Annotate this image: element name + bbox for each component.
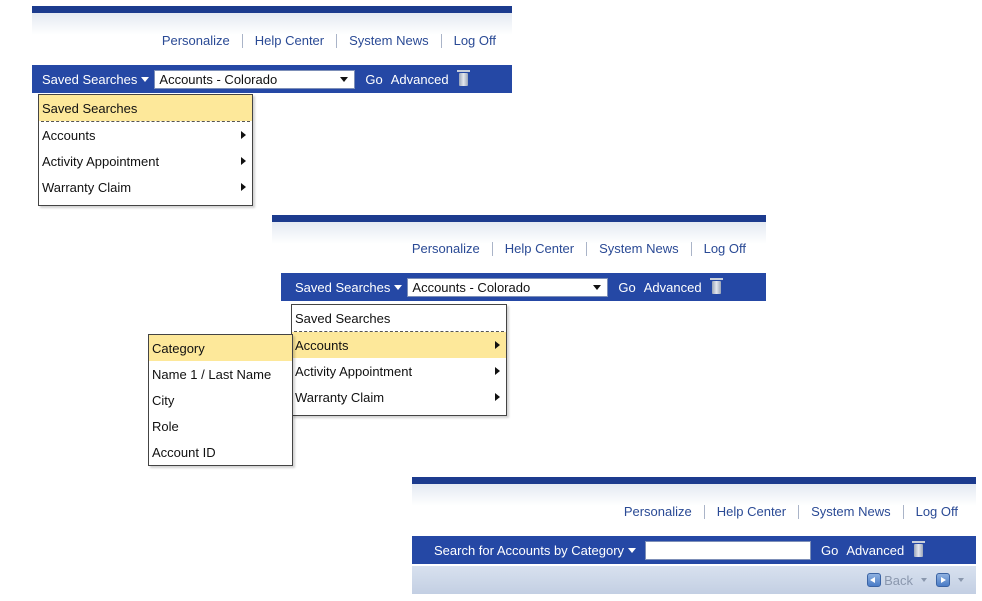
- log-off-link[interactable]: Log Off: [704, 241, 746, 256]
- saved-searches-menu: Saved Searches Accounts Activity Appoint…: [38, 94, 253, 206]
- chevron-right-icon: [495, 393, 500, 401]
- go-button[interactable]: Go: [618, 280, 635, 295]
- header-links: Personalize Help Center System News Log …: [412, 241, 746, 256]
- help-center-link[interactable]: Help Center: [255, 33, 324, 48]
- help-center-link[interactable]: Help Center: [717, 504, 786, 519]
- submenu-item-role[interactable]: Role: [149, 413, 292, 439]
- navigation-toolbar: Back: [412, 566, 976, 594]
- header-links: Personalize Help Center System News Log …: [162, 33, 496, 48]
- submenu-item-account-id[interactable]: Account ID: [149, 439, 292, 465]
- log-off-link[interactable]: Log Off: [454, 33, 496, 48]
- system-news-link[interactable]: System News: [811, 504, 890, 519]
- menu-header-saved-searches[interactable]: Saved Searches: [292, 305, 506, 331]
- forward-arrow-icon[interactable]: [936, 573, 950, 587]
- saved-search-select[interactable]: Accounts - Colorado: [154, 69, 356, 89]
- search-bar: Saved Searches Accounts - Colorado Go Ad…: [281, 273, 766, 301]
- log-off-link[interactable]: Log Off: [916, 504, 958, 519]
- advanced-link[interactable]: Advanced: [644, 280, 702, 295]
- chevron-down-icon: [141, 76, 150, 82]
- trash-icon[interactable]: [912, 540, 926, 557]
- chevron-down-icon[interactable]: [593, 284, 602, 290]
- search-category-dropdown[interactable]: Search for Accounts by Category: [434, 543, 637, 558]
- search-input[interactable]: [645, 540, 812, 560]
- go-button[interactable]: Go: [821, 543, 838, 558]
- help-center-link[interactable]: Help Center: [505, 241, 574, 256]
- menu-item-accounts[interactable]: Accounts: [292, 332, 506, 358]
- advanced-link[interactable]: Advanced: [846, 543, 904, 558]
- chevron-down-icon[interactable]: [340, 76, 349, 82]
- system-news-link[interactable]: System News: [349, 33, 428, 48]
- header-links: Personalize Help Center System News Log …: [624, 504, 958, 519]
- panel-3: Personalize Help Center System News Log …: [412, 477, 976, 601]
- search-bar: Search for Accounts by Category Go Advan…: [412, 536, 976, 564]
- saved-search-select[interactable]: Accounts - Colorado: [407, 277, 609, 297]
- saved-searches-dropdown[interactable]: Saved Searches: [295, 280, 403, 295]
- chevron-down-icon[interactable]: [921, 578, 927, 582]
- top-accent-bar: [412, 477, 976, 484]
- submenu-item-name-last-name[interactable]: Name 1 / Last Name: [149, 361, 292, 387]
- saved-searches-dropdown[interactable]: Saved Searches: [42, 72, 150, 87]
- search-bar: Saved Searches Accounts - Colorado Go Ad…: [32, 65, 512, 93]
- top-accent-bar: [32, 6, 512, 13]
- chevron-right-icon: [241, 183, 246, 191]
- back-button[interactable]: Back: [884, 573, 913, 588]
- go-button[interactable]: Go: [365, 72, 382, 87]
- chevron-down-icon: [394, 284, 403, 290]
- menu-item-accounts[interactable]: Accounts: [39, 122, 252, 148]
- system-news-link[interactable]: System News: [599, 241, 678, 256]
- menu-header-saved-searches[interactable]: Saved Searches: [39, 95, 252, 121]
- panel-1: Personalize Help Center System News Log …: [32, 6, 512, 98]
- submenu-item-category[interactable]: Category: [149, 335, 292, 361]
- chevron-right-icon: [241, 157, 246, 165]
- saved-searches-menu: Saved Searches Accounts Activity Appoint…: [291, 304, 507, 416]
- trash-icon[interactable]: [709, 277, 723, 294]
- advanced-link[interactable]: Advanced: [391, 72, 449, 87]
- menu-item-activity-appointment[interactable]: Activity Appointment: [292, 358, 506, 384]
- chevron-right-icon: [241, 131, 246, 139]
- chevron-right-icon: [495, 367, 500, 375]
- menu-item-warranty-claim[interactable]: Warranty Claim: [39, 174, 252, 200]
- chevron-right-icon: [495, 341, 500, 349]
- chevron-down-icon: [628, 547, 637, 553]
- chevron-down-icon[interactable]: [958, 578, 964, 582]
- back-arrow-icon[interactable]: [867, 573, 882, 587]
- personalize-link[interactable]: Personalize: [624, 504, 692, 519]
- menu-item-warranty-claim[interactable]: Warranty Claim: [292, 384, 506, 410]
- top-accent-bar: [272, 215, 766, 222]
- personalize-link[interactable]: Personalize: [162, 33, 230, 48]
- menu-item-activity-appointment[interactable]: Activity Appointment: [39, 148, 252, 174]
- personalize-link[interactable]: Personalize: [412, 241, 480, 256]
- trash-icon[interactable]: [456, 69, 470, 86]
- panel-2: Personalize Help Center System News Log …: [272, 215, 766, 307]
- accounts-submenu: Category Name 1 / Last Name City Role Ac…: [148, 334, 293, 466]
- submenu-item-city[interactable]: City: [149, 387, 292, 413]
